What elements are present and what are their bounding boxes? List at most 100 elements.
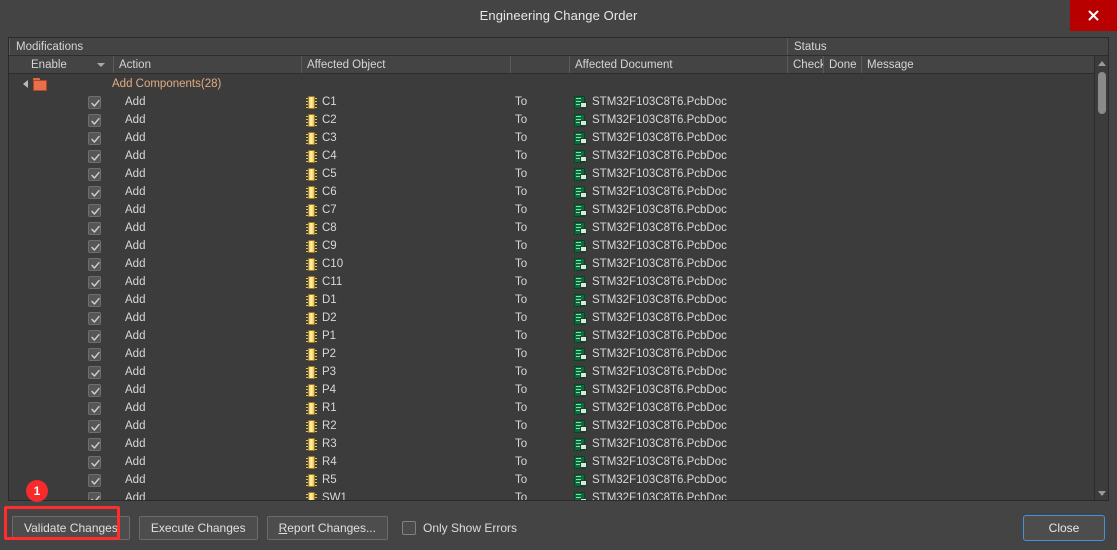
row-enable-checkbox[interactable] (88, 149, 101, 163)
cell-enable (9, 165, 113, 183)
row-enable-checkbox[interactable] (88, 167, 101, 181)
row-enable-checkbox[interactable] (88, 419, 101, 433)
table-row[interactable]: Add C5 To STM32F103C8T6.PcbDoc (9, 165, 1094, 183)
table-row[interactable]: Add C3 To STM32F103C8T6.PcbDoc (9, 129, 1094, 147)
column-header-done[interactable]: Done (823, 56, 861, 73)
row-enable-checkbox[interactable] (88, 401, 101, 415)
row-enable-checkbox[interactable] (88, 95, 101, 109)
row-enable-checkbox[interactable] (88, 257, 101, 271)
row-enable-checkbox[interactable] (88, 185, 101, 199)
cell-done (823, 111, 861, 129)
cell-message (861, 453, 1094, 471)
cell-message (861, 363, 1094, 381)
table-row[interactable]: Add P4 To STM32F103C8T6.PcbDoc (9, 381, 1094, 399)
column-header-affected-object[interactable]: Affected Object (301, 56, 510, 73)
cell-check (787, 327, 823, 345)
row-enable-checkbox[interactable] (88, 203, 101, 217)
cell-action: Add (125, 330, 146, 342)
cell-affected-document: STM32F103C8T6.PcbDoc (569, 147, 787, 165)
table-row[interactable]: Add C2 To STM32F103C8T6.PcbDoc (9, 111, 1094, 129)
cell-affected-object: D1 (301, 291, 510, 309)
cell-affected-object: C3 (301, 129, 510, 147)
row-enable-checkbox[interactable] (88, 113, 101, 127)
execute-changes-button[interactable]: Execute Changes (138, 515, 258, 540)
pcb-document-icon (574, 491, 587, 500)
row-enable-checkbox[interactable] (88, 311, 101, 325)
column-header-message[interactable]: Message (861, 56, 1108, 73)
column-header-blank[interactable] (510, 56, 569, 73)
row-enable-checkbox[interactable] (88, 239, 101, 253)
table-row[interactable]: Add C8 To STM32F103C8T6.PcbDoc (9, 219, 1094, 237)
row-enable-checkbox[interactable] (88, 491, 101, 500)
row-enable-checkbox[interactable] (88, 365, 101, 379)
cell-message (861, 471, 1094, 489)
table-row[interactable]: Add C4 To STM32F103C8T6.PcbDoc (9, 147, 1094, 165)
table-row[interactable]: Add C11 To STM32F103C8T6.PcbDoc (9, 273, 1094, 291)
table-row[interactable]: Add D2 To STM32F103C8T6.PcbDoc (9, 309, 1094, 327)
row-enable-checkbox[interactable] (88, 293, 101, 307)
table-row[interactable]: Add C7 To STM32F103C8T6.PcbDoc (9, 201, 1094, 219)
table-row[interactable]: Add P1 To STM32F103C8T6.PcbDoc (9, 327, 1094, 345)
row-enable-checkbox[interactable] (88, 455, 101, 469)
table-row[interactable]: Add C9 To STM32F103C8T6.PcbDoc (9, 237, 1094, 255)
table-row[interactable]: Add D1 To STM32F103C8T6.PcbDoc (9, 291, 1094, 309)
cell-message (861, 237, 1094, 255)
grid-group-row[interactable]: Add Components(28) (9, 75, 1094, 93)
cell-check (787, 237, 823, 255)
only-show-errors-checkbox[interactable]: Only Show Errors (401, 520, 517, 535)
cell-enable (9, 147, 113, 165)
cell-to: To (515, 276, 528, 288)
pcb-document-icon (574, 329, 587, 343)
check-icon (91, 261, 100, 269)
column-header-action[interactable]: Action (113, 56, 301, 73)
row-enable-checkbox[interactable] (88, 473, 101, 487)
cell-to: To (515, 204, 528, 216)
scrollbar-thumb[interactable] (1098, 72, 1106, 114)
close-icon (1088, 10, 1099, 21)
table-row[interactable]: Add C1 To STM32F103C8T6.PcbDoc (9, 93, 1094, 111)
scroll-down-button[interactable] (1095, 486, 1108, 500)
table-row[interactable]: Add R3 To STM32F103C8T6.PcbDoc (9, 435, 1094, 453)
cell-affected-document: STM32F103C8T6.PcbDoc (569, 111, 787, 129)
table-row[interactable]: Add SW1 To STM32F103C8T6.PcbDoc (9, 489, 1094, 500)
cell-message (861, 327, 1094, 345)
cell-action: Add (125, 438, 146, 450)
table-row[interactable]: Add R2 To STM32F103C8T6.PcbDoc (9, 417, 1094, 435)
row-enable-checkbox[interactable] (88, 383, 101, 397)
table-row[interactable]: Add R1 To STM32F103C8T6.PcbDoc (9, 399, 1094, 417)
component-icon (306, 491, 317, 500)
cell-to: To (515, 330, 528, 342)
vertical-scrollbar[interactable] (1094, 56, 1108, 500)
row-enable-checkbox[interactable] (88, 347, 101, 361)
row-enable-checkbox[interactable] (88, 329, 101, 343)
table-row[interactable]: Add P3 To STM32F103C8T6.PcbDoc (9, 363, 1094, 381)
window-title: Engineering Change Order (479, 8, 638, 23)
window-close-button[interactable] (1070, 0, 1117, 31)
close-button[interactable]: Close (1023, 514, 1105, 541)
row-enable-checkbox[interactable] (88, 275, 101, 289)
scroll-up-button[interactable] (1095, 56, 1108, 70)
table-row[interactable]: Add R5 To STM32F103C8T6.PcbDoc (9, 471, 1094, 489)
column-header-check[interactable]: Check (787, 56, 823, 73)
pcb-document-icon (574, 257, 587, 271)
group-expander[interactable] (9, 80, 31, 88)
table-row[interactable]: Add C6 To STM32F103C8T6.PcbDoc (9, 183, 1094, 201)
row-enable-checkbox[interactable] (88, 131, 101, 145)
cell-to: To (515, 384, 528, 396)
report-changes-button[interactable]: Report Changes... (266, 515, 388, 540)
title-bar: Engineering Change Order (0, 0, 1117, 31)
cell-to: To (515, 420, 528, 432)
column-header-affected-document[interactable]: Affected Document (569, 56, 787, 73)
cell-done (823, 327, 861, 345)
table-row[interactable]: Add P2 To STM32F103C8T6.PcbDoc (9, 345, 1094, 363)
validate-changes-button[interactable]: Validate Changes (12, 515, 130, 540)
cell-affected-object: C10 (301, 255, 510, 273)
table-row[interactable]: Add C10 To STM32F103C8T6.PcbDoc (9, 255, 1094, 273)
column-header-enable[interactable]: Enable (9, 56, 113, 73)
cell-affected-document: STM32F103C8T6.PcbDoc (569, 291, 787, 309)
row-enable-checkbox[interactable] (88, 437, 101, 451)
table-row[interactable]: Add R4 To STM32F103C8T6.PcbDoc (9, 453, 1094, 471)
cell-check (787, 453, 823, 471)
row-enable-checkbox[interactable] (88, 221, 101, 235)
component-icon (306, 419, 317, 433)
